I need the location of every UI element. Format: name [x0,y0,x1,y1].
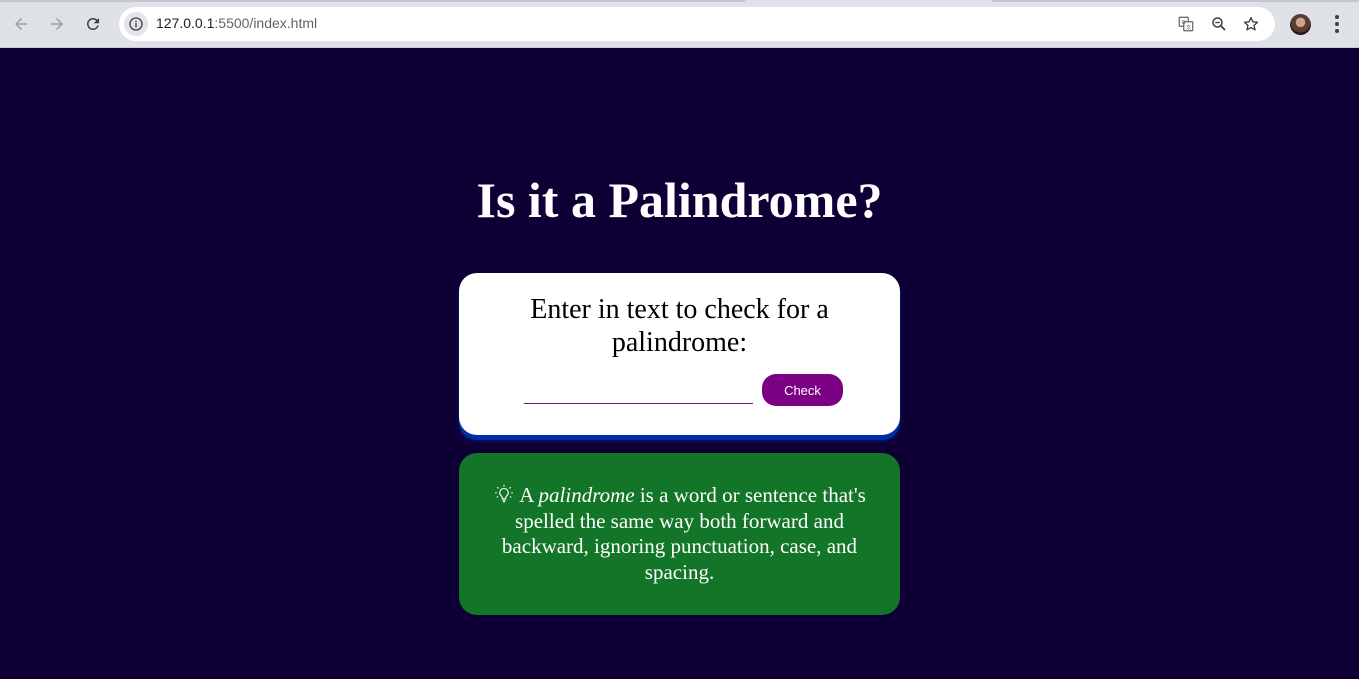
page-title: Is it a Palindrome? [476,172,883,228]
translate-button[interactable]: G文 [1176,14,1196,34]
reload-icon [87,17,99,30]
address-bar[interactable]: 127.0.0.1:5500/index.html G文 [119,7,1275,41]
input-label: Enter in text to check for a palindrome: [530,294,829,358]
lightbulb-icon [493,484,515,504]
forward-arrow-icon [51,18,63,30]
reload-button[interactable] [81,12,105,36]
bookmark-star-icon [1243,16,1259,31]
url-path: :5500/index.html [214,15,318,31]
palindrome-form-card: Enter in text to check for a palindrome:… [459,273,900,435]
zoom-button[interactable] [1209,14,1229,34]
bookmark-button[interactable] [1241,14,1261,34]
page-body: Is it a Palindrome? Enter in text to che… [0,48,1359,679]
info-text: A palindrome is a word or sentence that'… [489,483,870,585]
menu-dots-icon[interactable] [1326,13,1348,35]
profile-avatar[interactable] [1290,14,1311,35]
zoom-icon [1212,17,1226,31]
svg-text:G: G [1182,20,1186,26]
check-button[interactable]: Check [762,374,843,406]
info-prefix: A [519,483,534,507]
forward-button[interactable] [45,12,69,36]
url-text[interactable]: 127.0.0.1:5500/index.html [156,15,317,31]
text-input[interactable] [524,380,753,404]
info-term: palindrome [538,483,635,507]
browser-toolbar: 127.0.0.1:5500/index.html G文 [0,0,1359,48]
site-info-button[interactable] [124,12,148,36]
back-button[interactable] [9,12,33,36]
translate-icon: G文 [1178,16,1194,32]
site-info-icon [129,17,143,31]
url-host: 127.0.0.1 [156,15,215,31]
tab-strip [0,0,1359,6]
info-box: A palindrome is a word or sentence that'… [459,453,900,615]
back-arrow-icon [15,18,27,30]
